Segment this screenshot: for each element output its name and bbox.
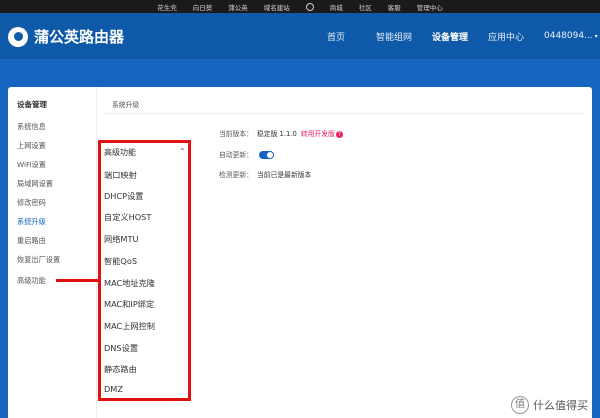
- advanced-menu-dropdown: 高级功能 ⌃ 端口映射 DHCP设置 自定义HOST 网络MTU 智能QoS M…: [98, 140, 191, 401]
- menu-item-qos[interactable]: 智能QoS: [104, 255, 137, 267]
- ring-icon: [305, 2, 314, 11]
- sidebar: 设备管理 系统信息 上网设置 WiFi设置 局域网设置 修改密码 系统升级 重启…: [8, 87, 97, 418]
- menu-item-port-mapping[interactable]: 端口映射: [104, 169, 137, 181]
- current-version-label: 当前版本：: [219, 130, 253, 138]
- sidebar-item-system-info[interactable]: 系统信息: [17, 122, 46, 132]
- top-link-shop[interactable]: 商城: [330, 2, 343, 12]
- sidebar-item-lan[interactable]: 局域网设置: [17, 179, 53, 189]
- brand-name: 蒲公英路由器: [34, 28, 125, 46]
- sidebar-item-upgrade[interactable]: 系统升级: [17, 217, 46, 227]
- sidebar-item-internet[interactable]: 上网设置: [17, 141, 46, 151]
- breadcrumb-divider: [104, 113, 584, 114]
- nav-smart-network[interactable]: 智能组网: [376, 30, 412, 43]
- switch-dev-link[interactable]: 转用开发版: [301, 130, 335, 138]
- top-link-huashengke[interactable]: 花生壳: [157, 2, 177, 12]
- auto-update-label: 自动更新：: [219, 151, 253, 159]
- top-link-service[interactable]: 客服: [388, 2, 401, 12]
- menu-item-mac-access[interactable]: MAC上网控制: [104, 320, 155, 332]
- main-card: 设备管理 系统信息 上网设置 WiFi设置 局域网设置 修改密码 系统升级 重启…: [8, 87, 592, 418]
- watermark: 值 什么值得买: [511, 396, 588, 414]
- current-version-value: 稳定版 1.1.0: [256, 130, 297, 138]
- top-link-community[interactable]: 社区: [359, 2, 372, 12]
- account-menu[interactable]: 0448094... ▾: [544, 31, 598, 41]
- check-update-value: 当前已是最新版本: [256, 171, 312, 179]
- sidebar-item-factory-reset[interactable]: 恢复出厂设置: [17, 255, 60, 265]
- sidebar-item-wifi[interactable]: WiFi设置: [17, 160, 46, 170]
- brand-logo[interactable]: 蒲公英路由器: [8, 26, 124, 47]
- sidebar-title: 设备管理: [17, 100, 47, 109]
- advanced-menu-title[interactable]: 高级功能: [104, 147, 136, 158]
- menu-item-mac-ip-bind[interactable]: MAC和IP绑定: [104, 298, 154, 310]
- menu-item-static-route[interactable]: 静态路由: [104, 363, 137, 375]
- sidebar-item-reboot[interactable]: 重启路由: [17, 236, 46, 246]
- menu-item-mac-clone[interactable]: MAC地址克隆: [104, 277, 155, 289]
- top-link-bar: 花生壳 向日葵 蒲公英 域名建站 商城 社区 客服 管理中心: [0, 0, 600, 13]
- top-link-domain[interactable]: 域名建站: [264, 2, 290, 12]
- current-version-row: 当前版本： 稳定版 1.1.0 转用开发版?: [219, 128, 343, 138]
- nav-home[interactable]: 首页: [327, 30, 345, 43]
- sidebar-item-password[interactable]: 修改密码: [17, 198, 46, 208]
- watermark-text: 什么值得买: [533, 399, 588, 412]
- header-band: [0, 59, 600, 87]
- nav-device-management[interactable]: 设备管理: [432, 30, 468, 43]
- check-update-label: 检测更新：: [219, 171, 253, 179]
- dandelion-logo-icon: [8, 26, 28, 47]
- nav-app-center[interactable]: 应用中心: [488, 30, 524, 43]
- sidebar-item-advanced[interactable]: 高级功能: [17, 276, 46, 286]
- breadcrumb: 系统升级: [112, 101, 140, 109]
- chevron-up-icon[interactable]: ⌃: [179, 147, 186, 156]
- top-link-admin[interactable]: 管理中心: [417, 2, 443, 12]
- top-link-xiangrikui[interactable]: 向日葵: [193, 2, 213, 12]
- menu-item-dmz[interactable]: DMZ: [104, 384, 123, 394]
- auto-update-toggle[interactable]: [258, 151, 274, 159]
- watermark-logo-icon: 值: [511, 396, 529, 414]
- menu-item-mtu[interactable]: 网络MTU: [104, 233, 138, 245]
- account-id: 0448094...: [544, 31, 593, 41]
- auto-update-row: 自动更新：: [219, 149, 274, 159]
- help-icon[interactable]: ?: [335, 130, 343, 138]
- annotation-pointer-line: [56, 279, 98, 282]
- menu-item-custom-host[interactable]: 自定义HOST: [104, 211, 151, 223]
- menu-item-dhcp[interactable]: DHCP设置: [104, 190, 144, 202]
- caret-down-icon: ▾: [592, 33, 598, 40]
- top-link-pugongying[interactable]: 蒲公英: [228, 2, 248, 12]
- check-update-row: 检测更新： 当前已是最新版本: [219, 169, 311, 179]
- menu-item-dns[interactable]: DNS设置: [104, 342, 138, 354]
